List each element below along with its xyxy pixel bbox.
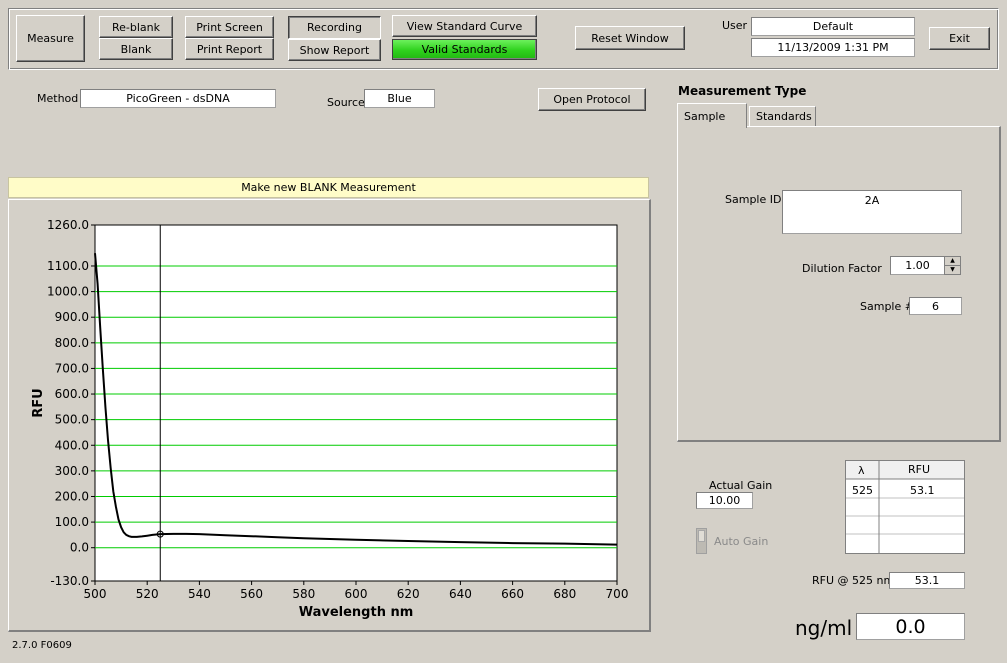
x-tick-label: 500	[84, 587, 107, 601]
plot-area	[94, 224, 618, 582]
source-field[interactable]: Blue	[364, 89, 435, 108]
y-axis-label: RFU	[31, 388, 46, 417]
exit-button[interactable]: Exit	[929, 27, 990, 50]
print-screen-button[interactable]: Print Screen	[185, 16, 274, 38]
tab-standards[interactable]: Standards	[749, 106, 816, 126]
dilution-factor-label: Dilution Factor	[802, 262, 882, 275]
y-tick-label: 0.0	[70, 541, 89, 555]
y-tick-label: 1260.0	[47, 218, 89, 232]
user-field[interactable]: Default	[751, 17, 915, 36]
x-tick-label: 680	[553, 587, 576, 601]
recording-button[interactable]: Recording	[288, 16, 381, 39]
user-label: User	[722, 19, 748, 32]
show-report-button[interactable]: Show Report	[288, 39, 381, 61]
x-tick-label: 540	[188, 587, 211, 601]
blank-button[interactable]: Blank	[99, 38, 173, 60]
sample-number-label: Sample #	[860, 300, 914, 313]
y-tick-label: 700.0	[55, 361, 89, 375]
y-tick-label: 1100.0	[47, 259, 89, 273]
y-tick-label: 1000.0	[47, 285, 89, 299]
sample-id-label: Sample ID	[725, 193, 782, 206]
table-cell-rfu: 53.1	[910, 484, 935, 497]
table-header-rfu: RFU	[908, 463, 931, 476]
open-protocol-button[interactable]: Open Protocol	[538, 88, 646, 111]
sample-number-field[interactable]: 6	[909, 297, 962, 315]
y-tick-label: 300.0	[55, 464, 89, 478]
x-tick-label: 580	[292, 587, 315, 601]
sample-panel	[677, 126, 1001, 442]
view-standard-curve-button[interactable]: View Standard Curve	[392, 15, 537, 37]
source-label: Source	[327, 96, 365, 109]
y-tick-label: 800.0	[55, 336, 89, 350]
x-axis-label: Wavelength nm	[299, 605, 414, 620]
table-cell-wavelength: 525	[852, 484, 873, 497]
y-tick-label: 600.0	[55, 387, 89, 401]
sample-id-field[interactable]: 2A	[782, 190, 962, 234]
measure-button[interactable]: Measure	[16, 15, 85, 62]
dilution-stepper[interactable]: ▲ ▼	[944, 256, 961, 275]
rfu-at-field: 53.1	[889, 572, 965, 589]
spectrum-chart: -130.0 0.0 100.0 200.0 300.0 400.0 500.0 600.0 7…	[31, 218, 629, 620]
auto-gain-toggle[interactable]	[696, 528, 707, 554]
y-tick-label: 100.0	[55, 515, 89, 529]
x-tick-label: 700	[606, 587, 629, 601]
chevron-down-icon[interactable]: ▼	[945, 266, 960, 274]
reset-window-button[interactable]: Reset Window	[575, 26, 685, 50]
table-header-lambda: λ	[858, 464, 865, 477]
x-tick-label: 560	[240, 587, 263, 601]
reblank-button[interactable]: Re-blank	[99, 16, 173, 38]
method-label: Method	[37, 92, 79, 105]
method-field[interactable]: PicoGreen - dsDNA	[80, 89, 276, 108]
y-tick-label: 400.0	[55, 438, 89, 452]
y-tick-label: 500.0	[55, 413, 89, 427]
x-tick-label: 660	[501, 587, 524, 601]
rfu-table[interactable]: λ RFU 525 53.1	[845, 460, 965, 554]
datetime-field: 11/13/2009 1:31 PM	[751, 38, 915, 57]
rfu-at-label: RFU @ 525 nm	[812, 574, 895, 587]
y-tick-label: 200.0	[55, 489, 89, 503]
auto-gain-label: Auto Gain	[714, 535, 769, 548]
status-banner: Make new BLANK Measurement	[8, 177, 649, 198]
y-tick-label: -130.0	[50, 574, 89, 588]
dilution-factor-field[interactable]: 1.00	[890, 256, 945, 275]
x-tick-label: 600	[345, 587, 368, 601]
spectrum-chart-frame: -130.0 0.0 100.0 200.0 300.0 400.0 500.0 600.0 7…	[8, 199, 651, 632]
print-report-button[interactable]: Print Report	[185, 38, 274, 60]
measurement-type-title: Measurement Type	[678, 84, 807, 98]
result-unit-label: ng/ml	[795, 616, 853, 640]
tab-sample[interactable]: Sample	[677, 103, 747, 128]
chevron-up-icon[interactable]: ▲	[945, 257, 960, 266]
result-value-field: 0.0	[856, 613, 965, 640]
y-tick-label: 900.0	[55, 310, 89, 324]
x-tick-label: 620	[397, 587, 420, 601]
x-tick-label: 640	[449, 587, 472, 601]
actual-gain-field: 10.00	[696, 492, 753, 509]
valid-standards-indicator[interactable]: Valid Standards	[392, 39, 537, 60]
x-tick-label: 520	[136, 587, 159, 601]
actual-gain-label: Actual Gain	[709, 479, 773, 492]
version-label: 2.7.0 F0609	[12, 640, 72, 651]
